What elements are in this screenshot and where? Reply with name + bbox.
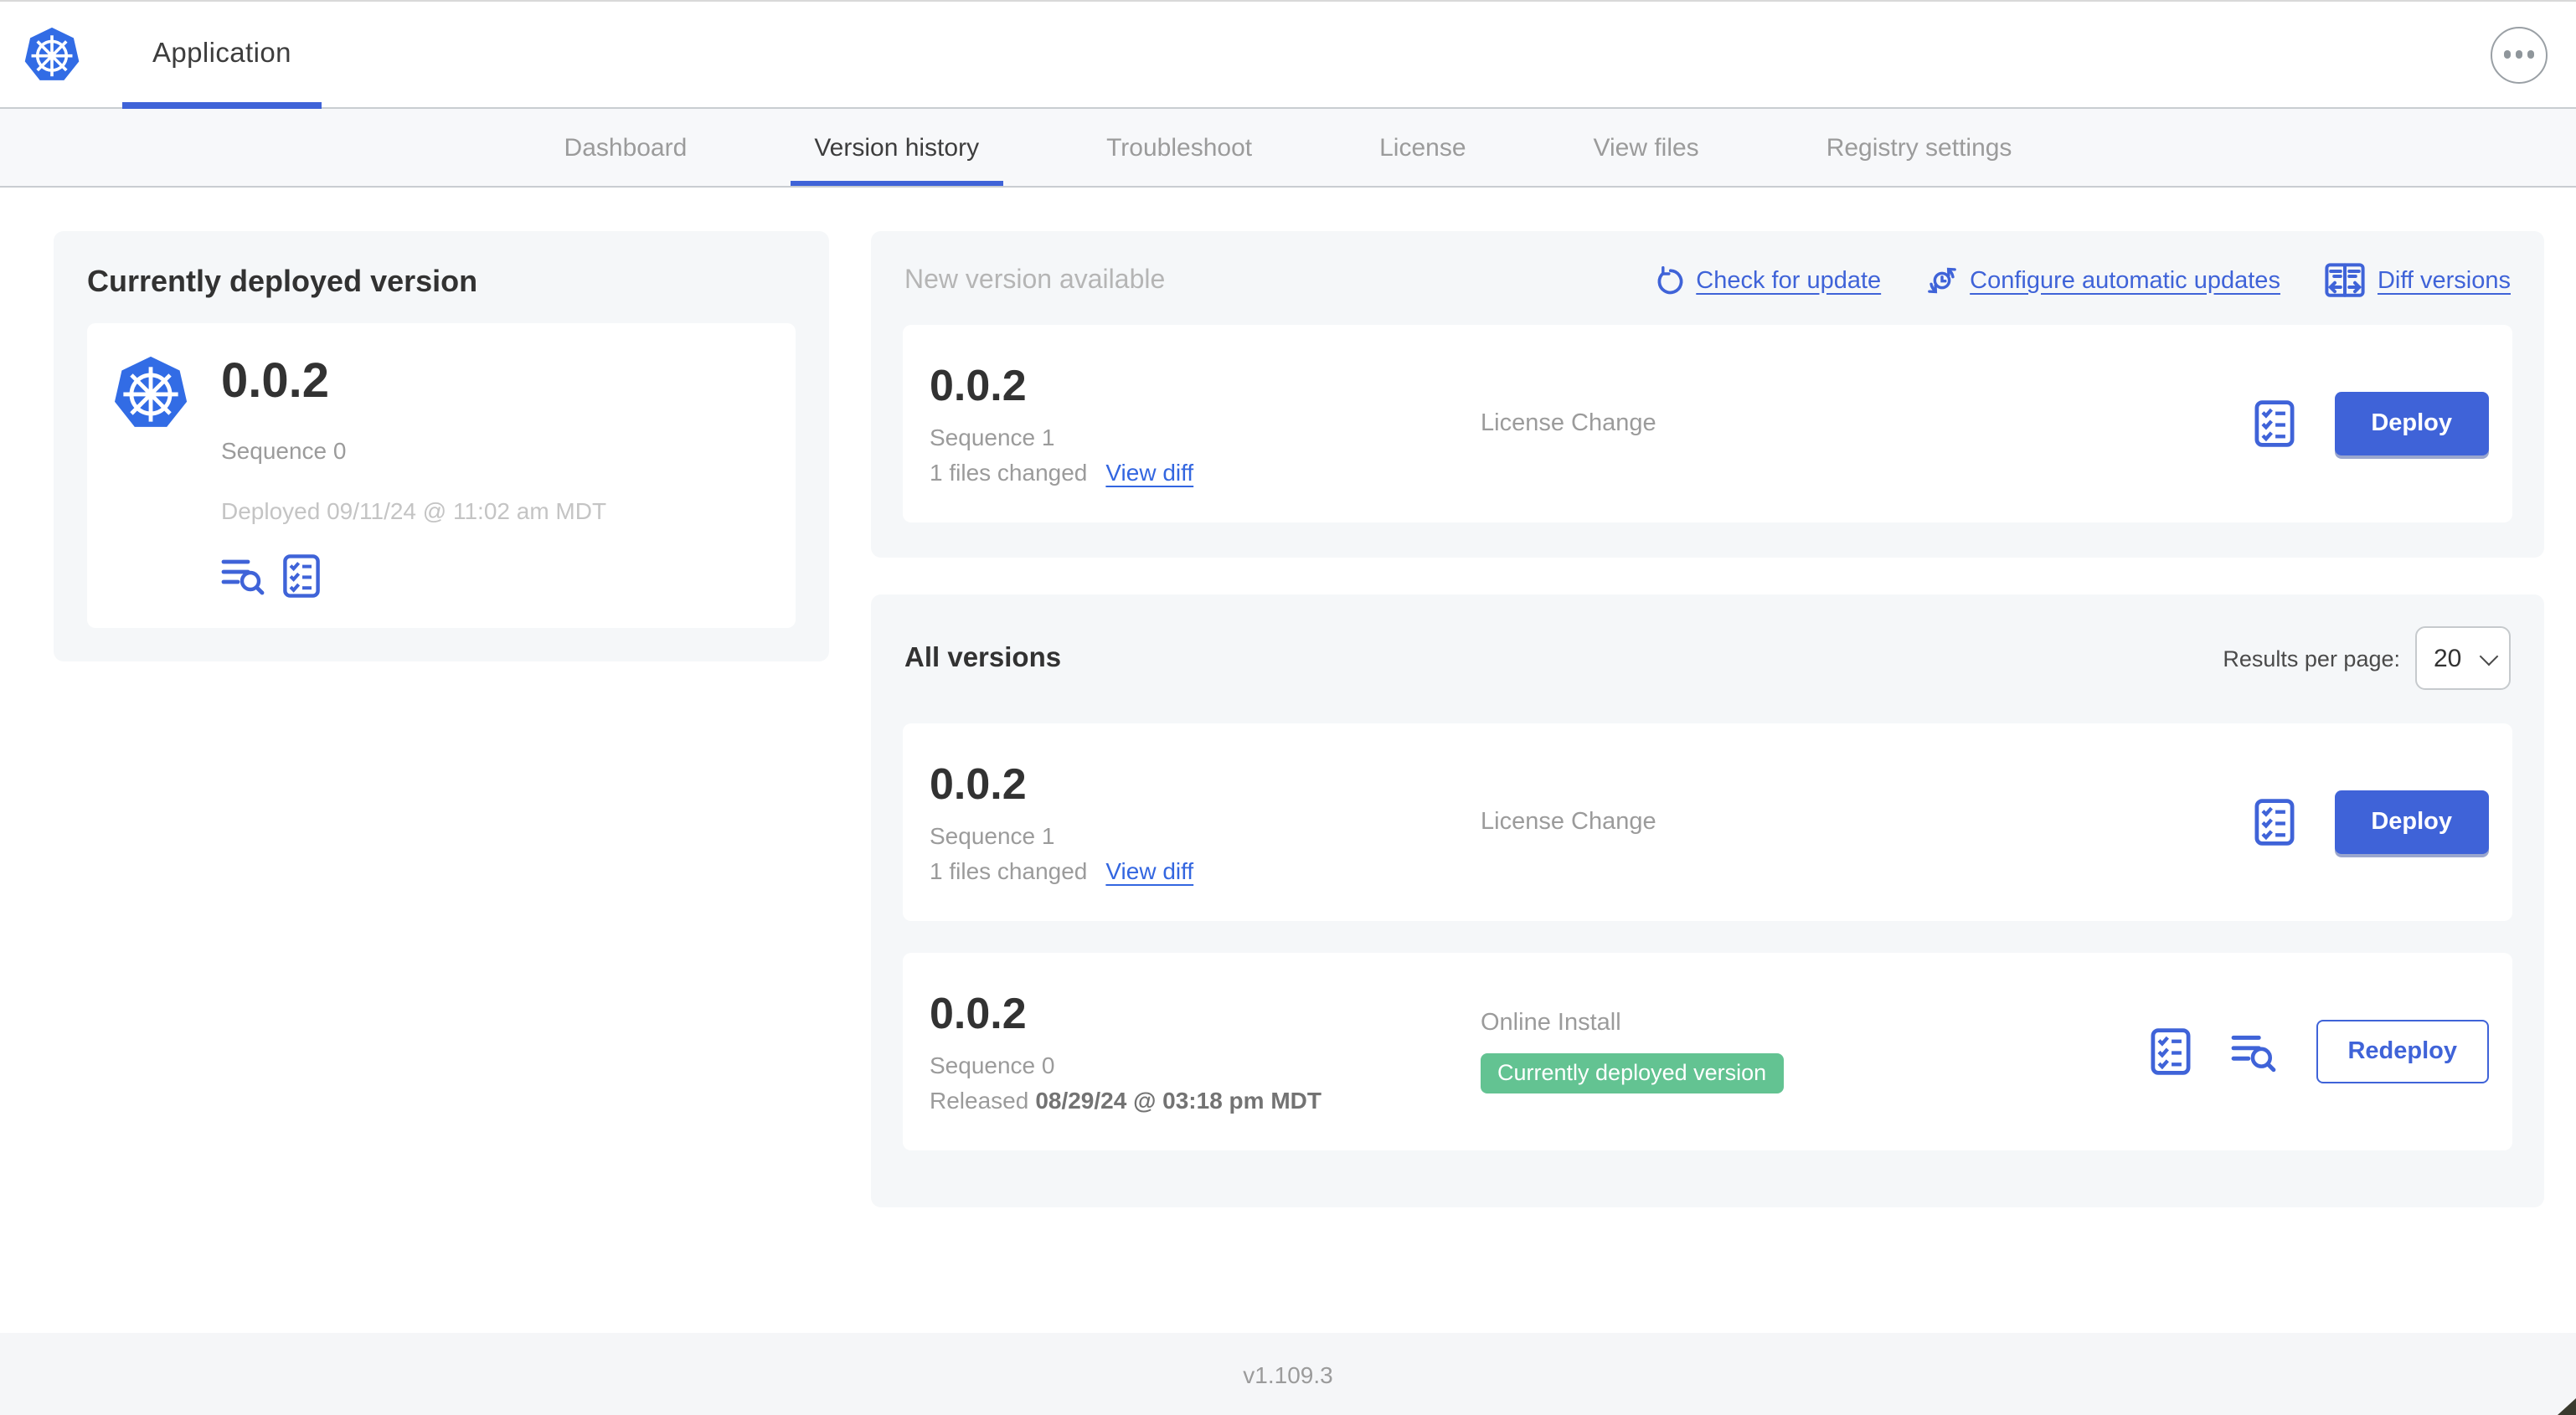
version-row: 0.0.2 Sequence 1 1 files changed View di… — [903, 723, 2512, 921]
deployed-timestamp: Deployed 09/11/24 @ 11:02 am MDT — [221, 497, 607, 524]
files-changed-label: 1 files changed — [930, 458, 1088, 486]
tab-view-files[interactable]: View files — [1570, 109, 1723, 186]
app-tab-label: Application — [152, 39, 291, 69]
main-content: Currently deployed version 0.0.2 Sequenc… — [0, 188, 2576, 1333]
version-number: 0.0.2 — [930, 759, 1027, 810]
app-kubernetes-logo-icon — [111, 353, 191, 434]
version-source-label: License Change — [1481, 809, 1656, 836]
update-links: Check for update Configure automatic upd… — [1654, 263, 2511, 298]
right-column: New version available Check for update C… — [871, 231, 2544, 1207]
new-version-panel: New version available Check for update C… — [871, 231, 2544, 558]
footer: v1.109.3 — [0, 1333, 2576, 1415]
all-versions-panel: All versions Results per page: 20 0.0.2 … — [871, 594, 2544, 1207]
deployed-version-number: 0.0.2 — [221, 355, 329, 409]
deployed-sequence: Sequence 0 — [221, 436, 347, 464]
version-source-label: Online Install — [1481, 1010, 1621, 1037]
files-changed-label: 1 files changed — [930, 857, 1088, 884]
view-diff-link[interactable]: View diff — [1105, 459, 1193, 486]
tab-registry-settings[interactable]: Registry settings — [1803, 109, 2036, 186]
view-logs-icon[interactable] — [221, 556, 265, 596]
version-number: 0.0.2 — [930, 360, 1027, 411]
app-tab-active-indicator — [122, 102, 322, 109]
ellipsis-icon — [2503, 50, 2512, 59]
all-versions-title: All versions — [904, 642, 1062, 672]
new-version-row: 0.0.2 Sequence 1 1 files changed View di… — [903, 325, 2512, 522]
version-sequence: Sequence 1 — [930, 821, 1055, 849]
view-logs-icon[interactable] — [2230, 1031, 2275, 1073]
results-per-page-label: Results per page: — [2223, 646, 2400, 671]
app-header: Application — [0, 2, 2576, 109]
tab-troubleshoot[interactable]: Troubleshoot — [1083, 109, 1275, 186]
version-sequence: Sequence 0 — [930, 1051, 1055, 1078]
preflight-checks-icon[interactable] — [2254, 400, 2294, 447]
redeploy-button[interactable]: Redeploy — [2316, 1020, 2489, 1083]
diff-icon — [2326, 263, 2366, 298]
diff-versions-link[interactable]: Diff versions — [2326, 263, 2511, 298]
kubernetes-logo-icon — [23, 25, 81, 81]
nav-tab-bar: Dashboard Version history Troubleshoot L… — [0, 109, 2576, 188]
released-date: 08/29/24 @ 03:18 pm MDT — [1035, 1086, 1321, 1114]
currently-deployed-card: 0.0.2 Sequence 0 Deployed 09/11/24 @ 11:… — [87, 323, 796, 628]
tab-license[interactable]: License — [1356, 109, 1489, 186]
new-version-title: New version available — [904, 265, 1166, 294]
cursor-artifact — [2558, 1398, 2576, 1415]
screen-scale-wrapper: Application Dashboard Version history Tr… — [0, 0, 2576, 1415]
preflight-checks-icon[interactable] — [283, 554, 320, 598]
preflight-checks-icon[interactable] — [2150, 1028, 2190, 1075]
check-for-update-link[interactable]: Check for update — [1654, 265, 1881, 296]
preflight-checks-icon[interactable] — [2254, 799, 2294, 846]
results-per-page-select[interactable]: 20 — [2415, 626, 2511, 690]
version-source-label: License Change — [1481, 410, 1656, 437]
refresh-icon — [1654, 265, 1684, 296]
schedule-update-icon — [1926, 265, 1958, 296]
released-label: Released — [930, 1086, 1029, 1114]
version-sequence: Sequence 1 — [930, 423, 1055, 450]
admin-console-screen: Application Dashboard Version history Tr… — [0, 0, 2576, 1415]
tab-version-history[interactable]: Version history — [791, 109, 1003, 186]
results-per-page: Results per page: 20 — [2223, 626, 2511, 690]
deploy-button[interactable]: Deploy — [2334, 790, 2489, 854]
more-menu-button[interactable] — [2491, 26, 2548, 83]
version-number: 0.0.2 — [930, 988, 1027, 1039]
version-row: 0.0.2 Sequence 0 Released 08/29/24 @ 03:1… — [903, 953, 2512, 1150]
currently-deployed-badge: Currently deployed version — [1481, 1053, 1784, 1093]
configure-automatic-updates-link[interactable]: Configure automatic updates — [1926, 265, 2280, 296]
console-version: v1.109.3 — [1243, 1361, 1333, 1387]
currently-deployed-title: Currently deployed version — [87, 265, 478, 298]
app-tab-application[interactable]: Application — [122, 2, 322, 109]
currently-deployed-panel: Currently deployed version 0.0.2 Sequenc… — [54, 231, 829, 661]
view-diff-link[interactable]: View diff — [1105, 857, 1193, 884]
tab-active-indicator — [791, 180, 1003, 186]
versions-list: 0.0.2 Sequence 1 1 files changed View di… — [903, 723, 2512, 1150]
deploy-button[interactable]: Deploy — [2334, 392, 2489, 455]
tab-dashboard[interactable]: Dashboard — [541, 109, 711, 186]
